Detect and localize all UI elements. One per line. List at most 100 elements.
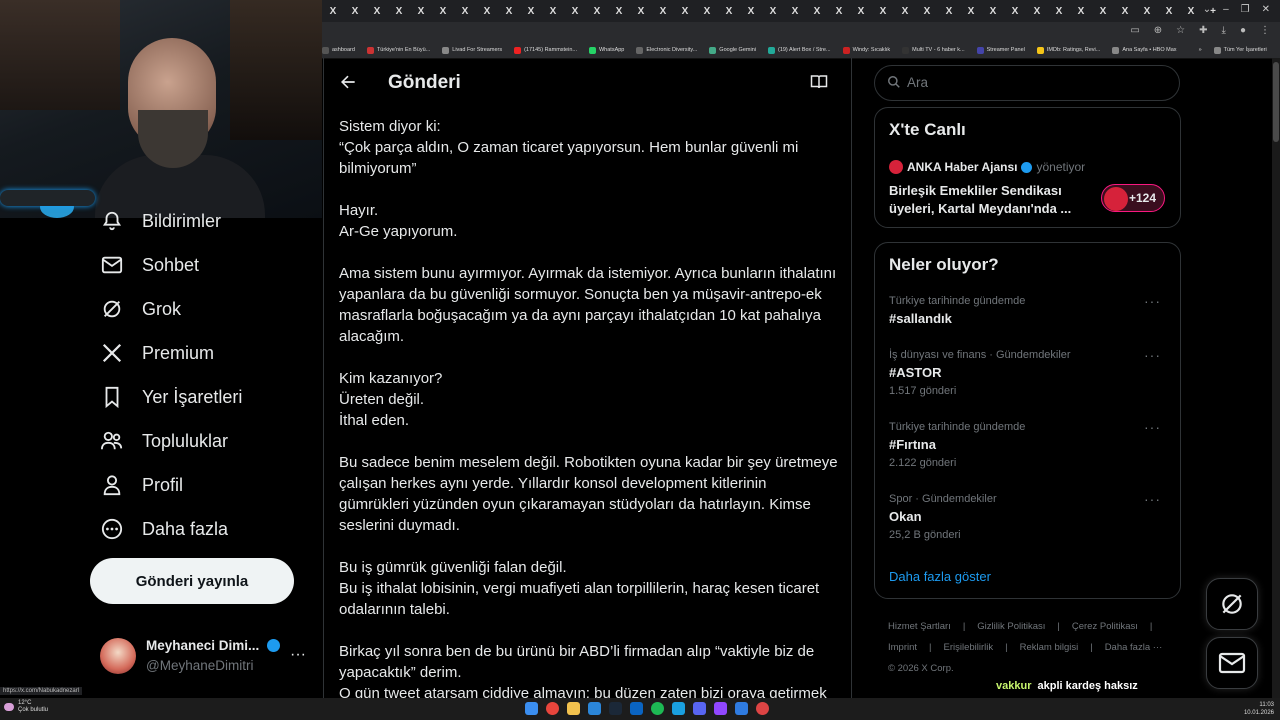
browser-tab[interactable]: X bbox=[542, 6, 564, 17]
trend-item[interactable]: Spor · Gündemdekiler Okan 25,2 B gönderi ··… bbox=[889, 491, 1169, 541]
nav-item-bildirimler[interactable]: Bildirimler bbox=[100, 206, 221, 236]
grok-fab-button[interactable] bbox=[1206, 578, 1258, 630]
nav-item-daha-fazla[interactable]: Daha fazla bbox=[100, 514, 228, 544]
browser-tab[interactable]: X bbox=[1092, 6, 1114, 17]
bookmark-item[interactable]: Multi TV - 6 haber k... bbox=[902, 46, 965, 54]
browser-tab[interactable]: X bbox=[366, 6, 388, 17]
bookmark-item[interactable]: Streamer Panel bbox=[976, 46, 1025, 54]
bookmark-item[interactable]: Ana Sayfa • HBO Max bbox=[1112, 46, 1177, 54]
browser-tab[interactable]: X bbox=[454, 6, 476, 17]
bookmark-item[interactable]: Windy: Sıcaklık bbox=[842, 46, 890, 54]
trend-item[interactable]: İş dünyası ve finans · Gündemdekiler #AST… bbox=[889, 347, 1169, 397]
browser-tab[interactable]: X bbox=[696, 6, 718, 17]
star-icon[interactable]: ☆ bbox=[1176, 25, 1185, 36]
browser-tab[interactable]: X bbox=[916, 6, 938, 17]
footer-link[interactable]: Reklam bilgisi bbox=[1020, 642, 1079, 653]
nav-item-profil[interactable]: Profil bbox=[100, 470, 183, 500]
browser-tab[interactable]: X bbox=[1158, 6, 1180, 17]
app-icon[interactable] bbox=[672, 702, 685, 715]
footer-link[interactable]: Daha fazla ··· bbox=[1105, 642, 1163, 653]
trend-more-icon[interactable]: ··· bbox=[1144, 347, 1161, 363]
browser-tab[interactable]: X bbox=[564, 6, 586, 17]
system-clock[interactable]: 11:03 10.01.2026 bbox=[1244, 701, 1274, 717]
bookmark-item[interactable]: WhatsApp bbox=[588, 46, 624, 54]
back-arrow-icon[interactable] bbox=[338, 72, 360, 94]
browser-tab[interactable]: X bbox=[344, 6, 366, 17]
browser-tab[interactable]: X bbox=[674, 6, 696, 17]
browser-tab[interactable]: X bbox=[850, 6, 872, 17]
browser-tab[interactable]: X bbox=[432, 6, 454, 17]
footer-link[interactable]: Hizmet Şartları bbox=[888, 621, 951, 632]
browser-tab[interactable]: X bbox=[608, 6, 630, 17]
discord-icon[interactable] bbox=[693, 702, 706, 715]
search-box[interactable] bbox=[874, 65, 1180, 101]
browser-tab[interactable]: X bbox=[960, 6, 982, 17]
trend-more-icon[interactable]: ··· bbox=[1144, 491, 1161, 507]
bookmark-item[interactable]: Google Gemini bbox=[709, 46, 756, 54]
app-icon[interactable] bbox=[630, 702, 643, 715]
browser-tab[interactable]: X bbox=[1136, 6, 1158, 17]
profile-avatar-icon[interactable]: ● bbox=[1240, 25, 1246, 36]
page-scrollbar[interactable] bbox=[1272, 58, 1280, 698]
spotify-icon[interactable] bbox=[651, 702, 664, 715]
browser-tab[interactable]: X bbox=[762, 6, 784, 17]
footer-link[interactable]: Erişilebilirlik bbox=[944, 642, 994, 653]
browser-tab[interactable]: X bbox=[806, 6, 828, 17]
reader-mode-icon[interactable] bbox=[810, 74, 828, 95]
bookmark-item[interactable]: Livad For Streamers bbox=[442, 46, 502, 54]
browser-tab[interactable]: X bbox=[872, 6, 894, 17]
download-icon[interactable]: ⤓ bbox=[1222, 25, 1226, 36]
browser-tab[interactable]: X bbox=[652, 6, 674, 17]
trend-more-icon[interactable]: ··· bbox=[1144, 293, 1161, 309]
obs-icon[interactable] bbox=[756, 702, 769, 715]
browser-tab[interactable]: X bbox=[1004, 6, 1026, 17]
account-switcher[interactable]: Meyhaneci Dimi... @MeyhaneDimitri ··· bbox=[100, 636, 320, 680]
app-icon[interactable] bbox=[735, 702, 748, 715]
nav-item-premium[interactable]: Premium bbox=[100, 338, 214, 368]
browser-tab[interactable]: X bbox=[982, 6, 1004, 17]
address-bar[interactable]: ▭ ⊕ ☆ ✚ ⤓ ● ⋮ bbox=[322, 22, 1280, 42]
footer-link[interactable]: Imprint bbox=[888, 642, 917, 653]
bookmark-item[interactable]: ashboard bbox=[322, 46, 355, 54]
browser-tab[interactable]: X bbox=[1026, 6, 1048, 17]
browser-tab[interactable]: X bbox=[630, 6, 652, 17]
browser-tab[interactable]: X bbox=[520, 6, 542, 17]
nav-item-topluluklar[interactable]: Topluluklar bbox=[100, 426, 228, 456]
maximize-icon[interactable]: ❐ bbox=[1241, 4, 1250, 15]
minimize-icon[interactable]: – bbox=[1223, 4, 1229, 15]
live-listeners-pill[interactable]: +124 bbox=[1101, 184, 1165, 212]
trend-item[interactable]: Türkiye tarihinde gündemde #Fırtına 2.122 … bbox=[889, 419, 1169, 469]
tab-search-icon[interactable]: ⌄ bbox=[1203, 4, 1211, 15]
file-explorer-icon[interactable] bbox=[567, 702, 580, 715]
menu-icon[interactable]: ⋮ bbox=[1260, 25, 1270, 36]
account-more-icon[interactable]: ··· bbox=[290, 646, 306, 664]
cast-icon[interactable]: ▭ bbox=[1130, 25, 1139, 36]
zoom-icon[interactable]: ⊕ bbox=[1154, 25, 1162, 36]
weather-widget[interactable]: 12°C Çok bulutlu bbox=[4, 700, 48, 714]
chrome-icon[interactable] bbox=[546, 702, 559, 715]
trend-more-icon[interactable]: ··· bbox=[1144, 419, 1161, 435]
start-icon[interactable] bbox=[525, 702, 538, 715]
browser-tab[interactable]: X bbox=[498, 6, 520, 17]
browser-tab[interactable]: X bbox=[718, 6, 740, 17]
live-card[interactable]: X'te Canlı ANKA Haber Ajansı yönetiyor B… bbox=[874, 107, 1181, 228]
footer-link[interactable]: Gizlilik Politikası bbox=[977, 621, 1045, 632]
nav-item-yer-i-şaretleri[interactable]: Yer İşaretleri bbox=[100, 382, 242, 412]
nav-item-sohbet[interactable]: Sohbet bbox=[100, 250, 199, 280]
app-icon[interactable] bbox=[588, 702, 601, 715]
post-button[interactable]: Gönderi yayınla bbox=[90, 558, 294, 604]
browser-tab[interactable]: X bbox=[1070, 6, 1092, 17]
bookmark-item[interactable]: » bbox=[1189, 47, 1202, 54]
browser-tab[interactable]: X bbox=[938, 6, 960, 17]
bookmark-item[interactable]: Tüm Yer İşaretleri bbox=[1213, 46, 1267, 54]
nav-item-grok[interactable]: Grok bbox=[100, 294, 181, 324]
browser-tab[interactable]: X bbox=[476, 6, 498, 17]
trend-item[interactable]: Türkiye tarihinde gündemde #sallandık ··· bbox=[889, 293, 1169, 326]
browser-tab[interactable]: X bbox=[1048, 6, 1070, 17]
extensions-icon[interactable]: ✚ bbox=[1199, 25, 1207, 36]
app-icon[interactable] bbox=[714, 702, 727, 715]
browser-tab[interactable]: X bbox=[586, 6, 608, 17]
browser-tab[interactable]: X bbox=[784, 6, 806, 17]
footer-link[interactable]: Çerez Politikası bbox=[1072, 621, 1138, 632]
browser-tab[interactable]: X bbox=[410, 6, 432, 17]
